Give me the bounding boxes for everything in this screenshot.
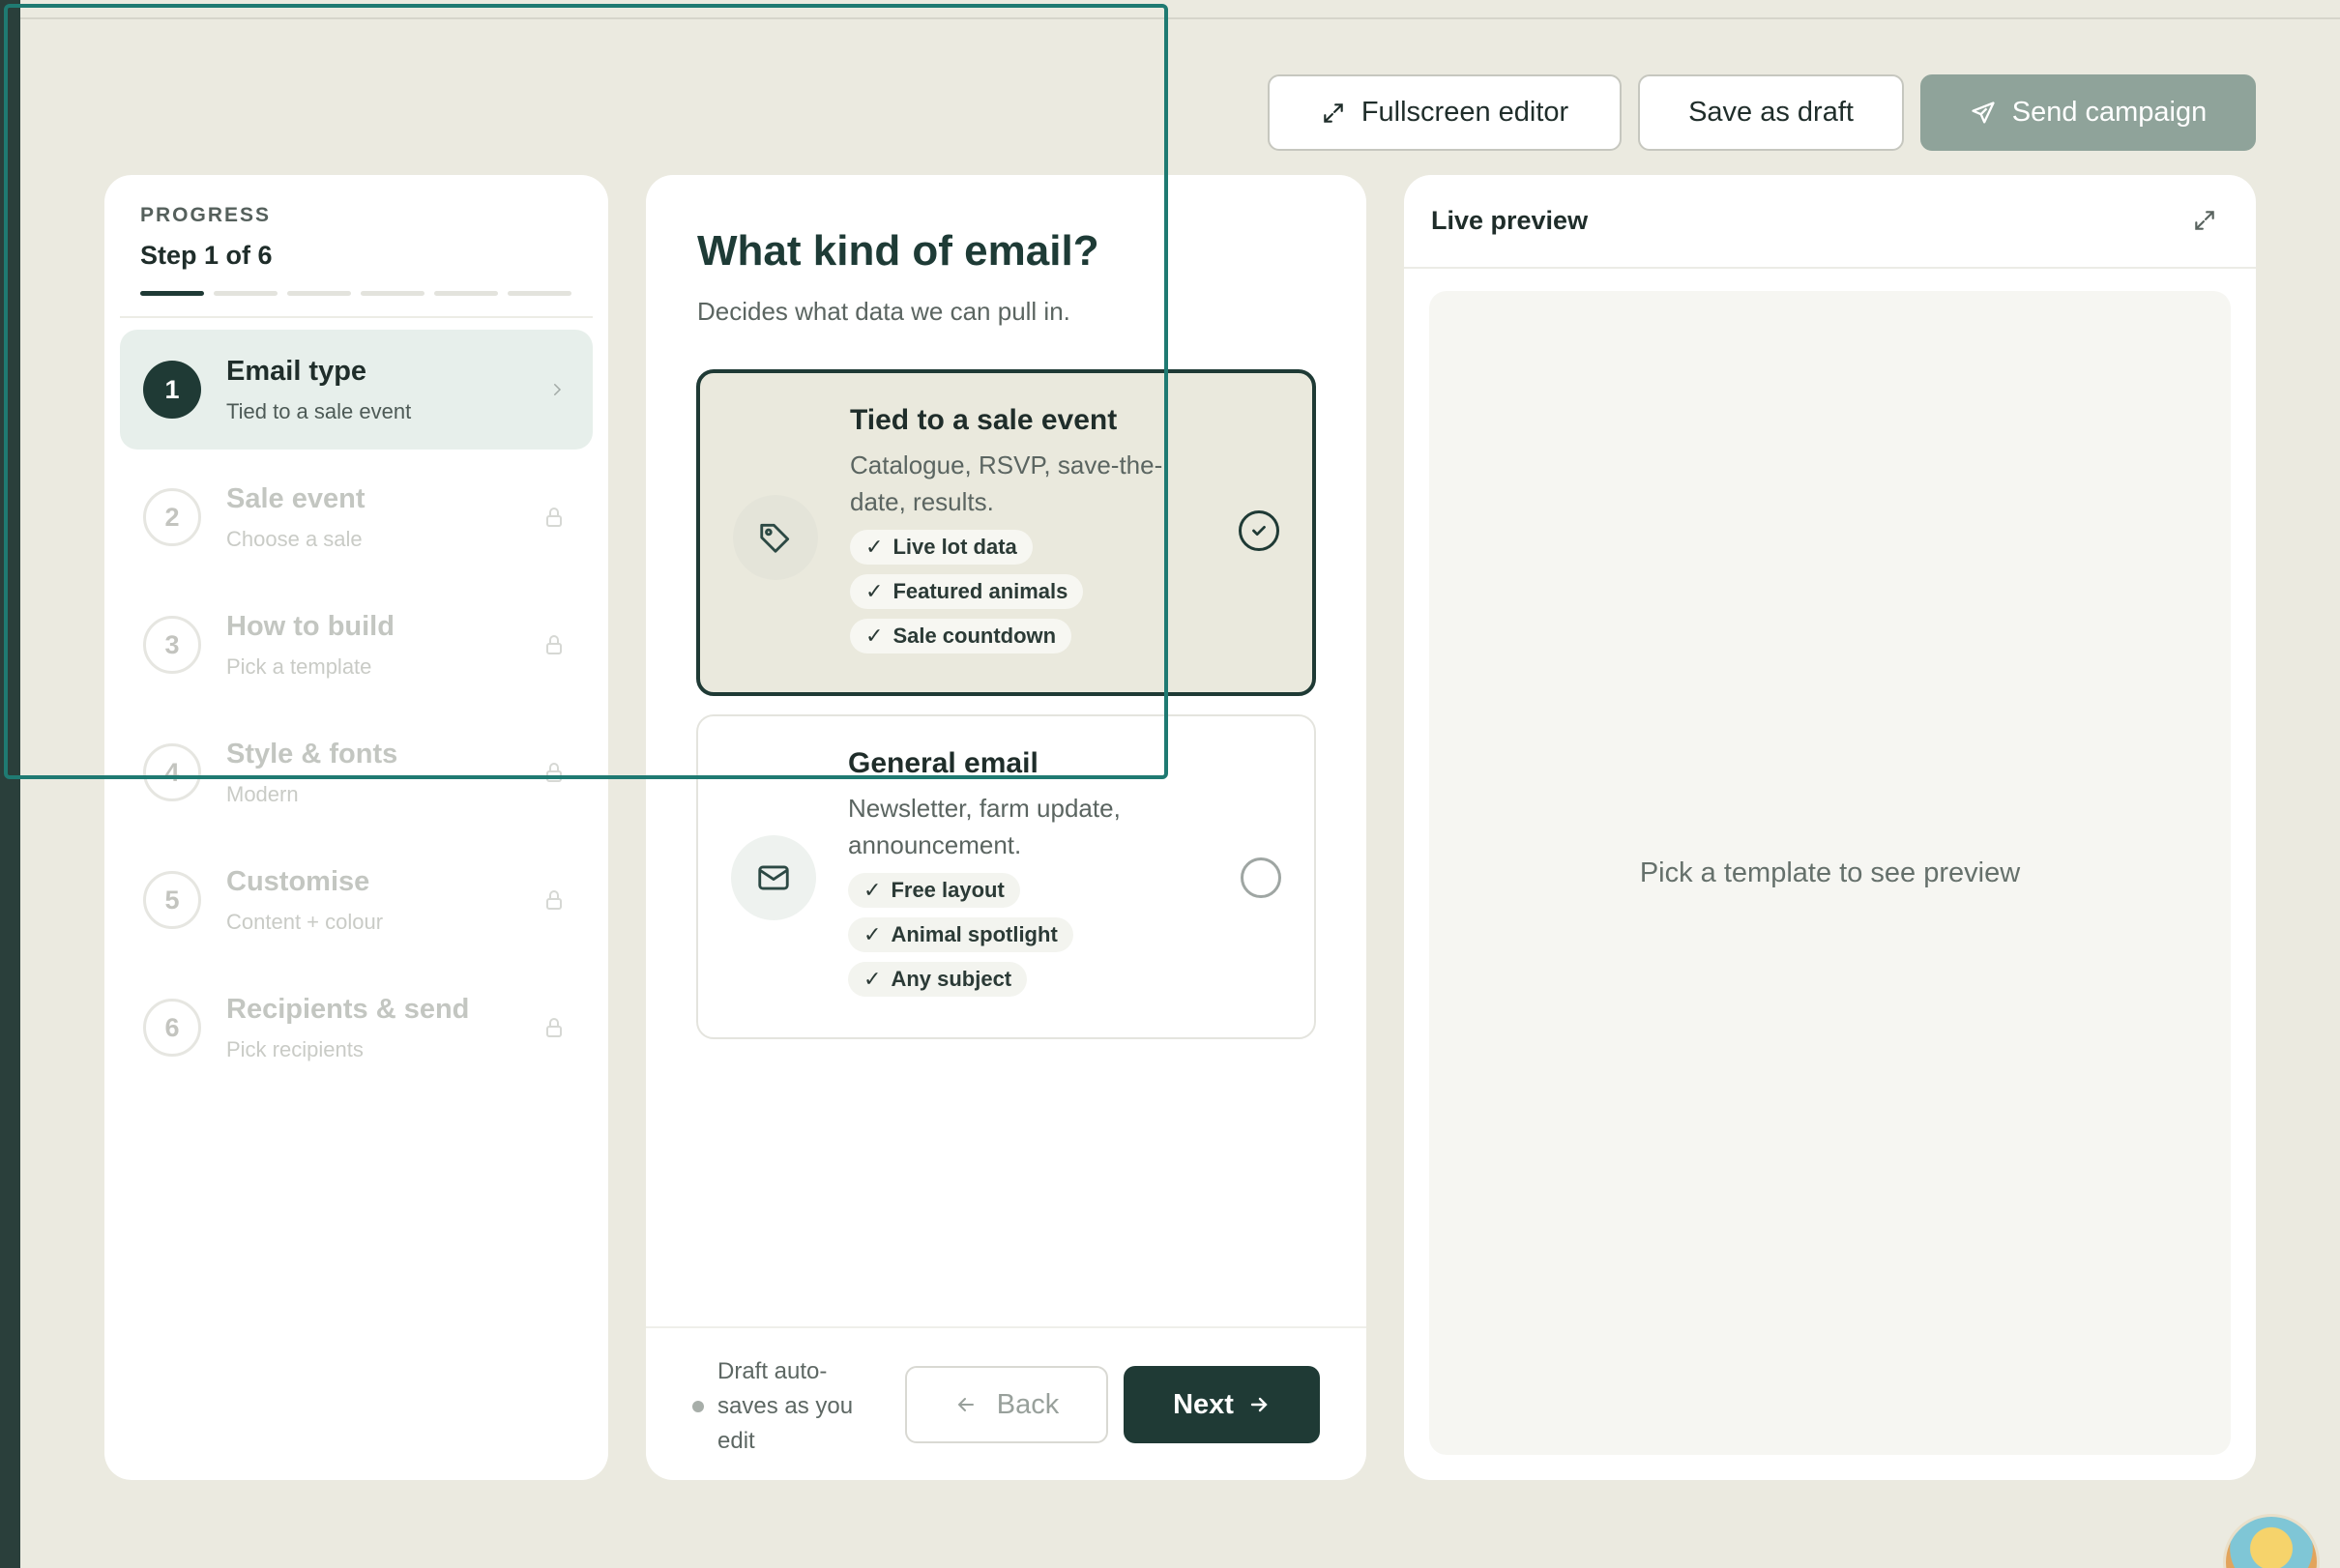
feature-chip: ✓ Any subject <box>848 962 1028 997</box>
lock-icon <box>542 633 566 656</box>
progress-segment-3 <box>287 291 351 296</box>
option-sale-event[interactable]: Tied to a sale event Catalogue, RSVP, sa… <box>696 369 1316 696</box>
arrow-right-icon <box>1247 1393 1271 1416</box>
step-subtitle: Tied to a sale event <box>226 398 412 423</box>
fullscreen-editor-label: Fullscreen editor <box>1360 97 1569 128</box>
expand-icon <box>1321 101 1346 126</box>
step-title: Email type <box>226 355 367 387</box>
chevron-right-icon <box>548 381 566 398</box>
save-draft-label: Save as draft <box>1688 97 1854 128</box>
preview-canvas: Pick a template to see preview <box>1429 291 2231 1455</box>
page-title: What kind of email? <box>697 227 1099 275</box>
mail-icon <box>731 835 816 920</box>
progress-segment-2 <box>214 291 278 296</box>
autosave-text: Draft auto-saves as you edit <box>717 1358 854 1454</box>
step-style-fonts[interactable]: 4 Style & fonts Modern <box>120 712 593 832</box>
option-description: Newsletter, farm update, announcement. <box>848 794 1121 859</box>
progress-divider <box>120 316 593 318</box>
option-title: Tied to a sale event <box>850 404 1118 436</box>
check-icon: ✓ <box>865 535 884 559</box>
arrow-left-icon <box>954 1393 978 1416</box>
check-icon: ✓ <box>863 878 882 902</box>
preview-empty-text: Pick a template to see preview <box>1639 857 2021 888</box>
step-number: 1 <box>143 361 201 419</box>
step-number: 5 <box>143 871 201 929</box>
step-sale-event[interactable]: 2 Sale event Choose a sale <box>120 457 593 577</box>
progress-segment-4 <box>361 291 424 296</box>
check-icon: ✓ <box>863 922 882 946</box>
lock-icon <box>542 761 566 784</box>
back-button[interactable]: Back <box>905 1366 1108 1443</box>
next-label: Next <box>1173 1388 1234 1420</box>
step-subtitle: Pick a template <box>226 653 372 679</box>
email-type-panel: What kind of email? Decides what data we… <box>646 175 1366 1480</box>
feature-chip: ✓ Free layout <box>848 873 1020 908</box>
progress-step-text: Step 1 of 6 <box>140 241 273 270</box>
option-description: Catalogue, RSVP, save-the-date, results. <box>850 450 1163 516</box>
tag-icon <box>733 495 818 580</box>
progress-segment-1 <box>140 291 204 296</box>
feature-chip: ✓ Sale countdown <box>850 619 1072 653</box>
step-how-to-build[interactable]: 3 How to build Pick a template <box>120 585 593 705</box>
fullscreen-editor-button[interactable]: Fullscreen editor <box>1268 74 1622 151</box>
step-title: How to build <box>226 610 395 642</box>
avatar[interactable] <box>2223 1514 2320 1568</box>
lock-icon <box>542 1016 566 1039</box>
step-subtitle: Pick recipients <box>226 1036 364 1061</box>
progress-panel: PROGRESS Step 1 of 6 1 Email type Tied t… <box>104 175 608 1480</box>
next-button[interactable]: Next <box>1124 1366 1320 1443</box>
check-icon: ✓ <box>865 579 884 603</box>
feature-chip: ✓ Live lot data <box>850 530 1033 565</box>
option-radio[interactable] <box>1241 857 1281 898</box>
back-label: Back <box>996 1388 1060 1420</box>
option-title: General email <box>848 747 1038 779</box>
step-email-type[interactable]: 1 Email type Tied to a sale event <box>120 330 593 450</box>
progress-bar <box>140 291 571 296</box>
checkmark-icon <box>1252 525 1266 537</box>
step-subtitle: Modern <box>226 781 299 806</box>
page-subtitle: Decides what data we can pull in. <box>697 297 1070 326</box>
send-icon <box>1970 100 1997 127</box>
step-title: Style & fonts <box>226 738 398 769</box>
progress-segment-5 <box>434 291 498 296</box>
status-dot <box>692 1401 704 1412</box>
live-preview-panel: Live preview Pick a template to see prev… <box>1404 175 2256 1480</box>
feature-chip: ✓ Animal spotlight <box>848 917 1073 952</box>
preview-title: Live preview <box>1431 206 1589 235</box>
check-icon: ✓ <box>865 624 884 648</box>
step-subtitle: Content + colour <box>226 909 384 934</box>
lock-icon <box>542 888 566 912</box>
progress-segment-6 <box>508 291 571 296</box>
step-number: 4 <box>143 743 201 801</box>
step-title: Sale event <box>226 482 366 514</box>
autosave-status: Draft auto-saves as you edit <box>692 1354 872 1459</box>
footer-divider <box>646 1326 1366 1328</box>
step-customise[interactable]: 5 Customise Content + colour <box>120 840 593 960</box>
send-campaign-label: Send campaign <box>2011 97 2208 128</box>
option-radio-selected[interactable] <box>1239 510 1279 551</box>
step-title: Customise <box>226 865 370 897</box>
progress-heading: PROGRESS <box>140 204 272 226</box>
step-subtitle: Choose a sale <box>226 526 363 551</box>
top-divider <box>20 17 2340 19</box>
expand-preview-icon[interactable] <box>2192 208 2217 233</box>
feature-chip: ✓ Featured animals <box>850 574 1084 609</box>
preview-divider <box>1404 267 2256 269</box>
send-campaign-button[interactable]: Send campaign <box>1920 74 2256 151</box>
step-title: Recipients & send <box>226 993 470 1025</box>
step-number: 3 <box>143 616 201 674</box>
option-general-email[interactable]: General email Newsletter, farm update, a… <box>696 714 1316 1039</box>
lock-icon <box>542 506 566 529</box>
step-recipients-send[interactable]: 6 Recipients & send Pick recipients <box>120 968 593 1088</box>
save-draft-button[interactable]: Save as draft <box>1638 74 1904 151</box>
step-number: 6 <box>143 999 201 1057</box>
left-edge-strip <box>0 0 20 1568</box>
check-icon: ✓ <box>863 967 882 991</box>
step-number: 2 <box>143 488 201 546</box>
